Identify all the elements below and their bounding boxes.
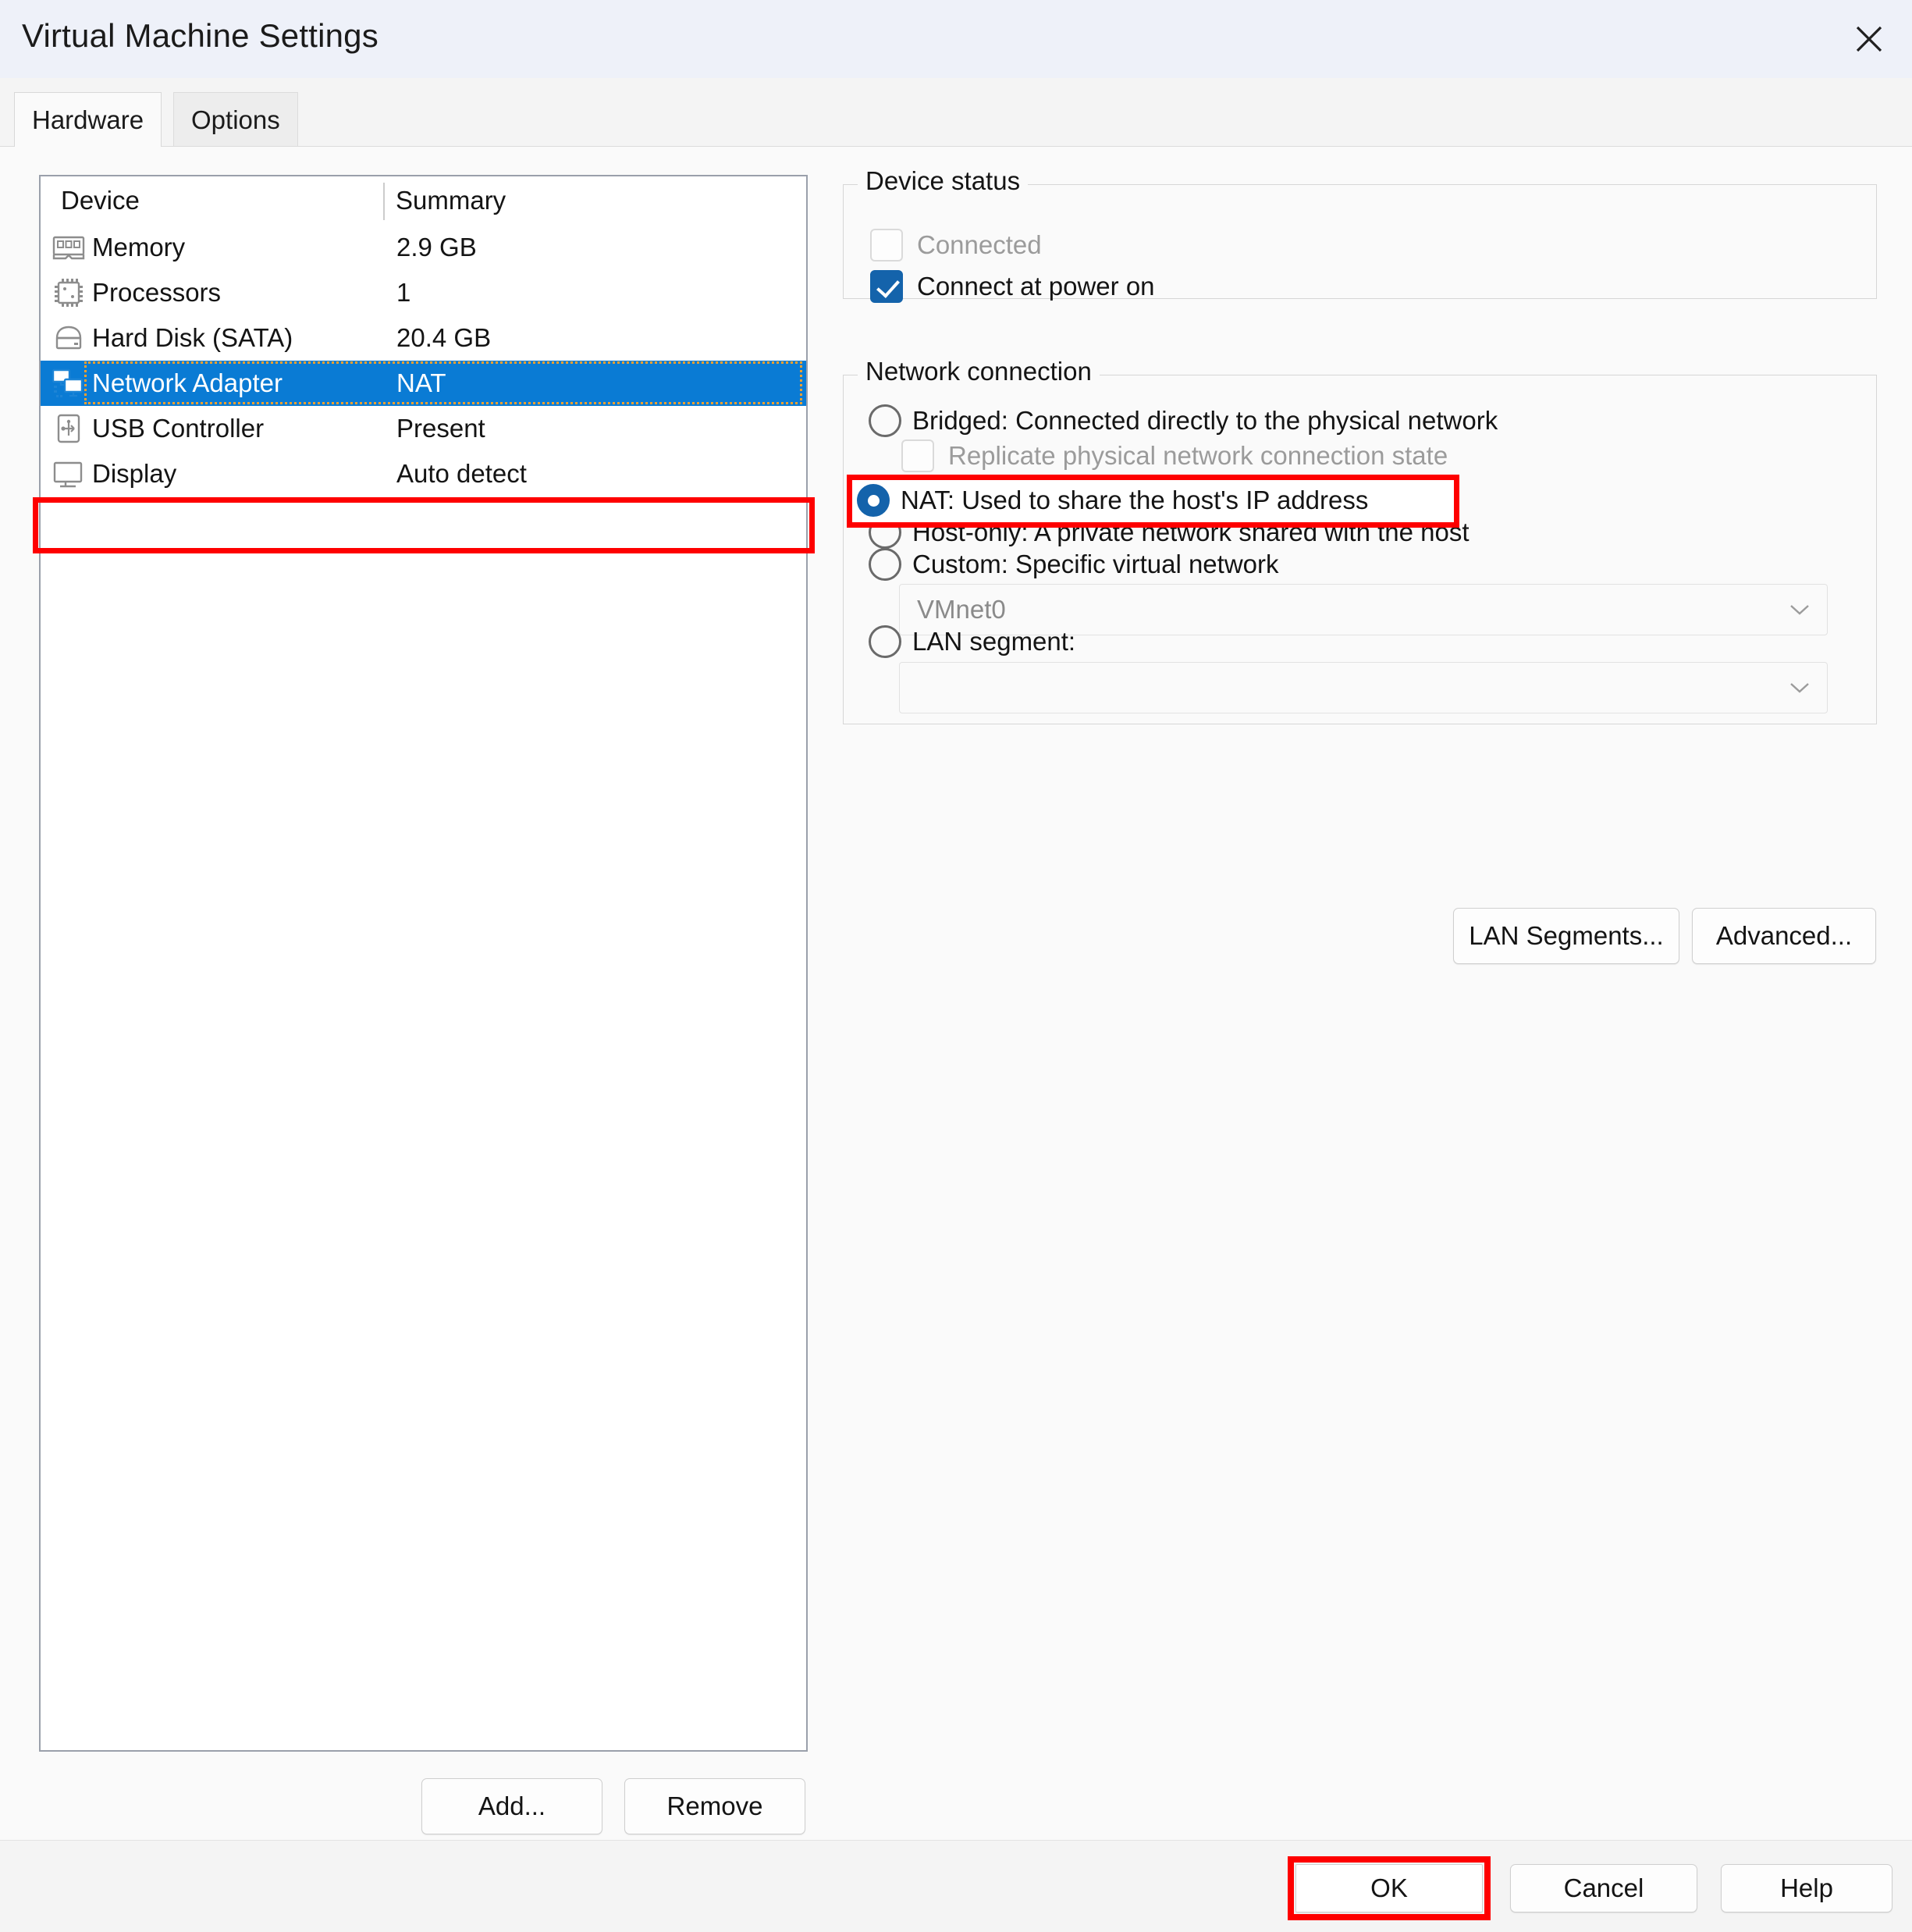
device-summary: 2.9 GB	[396, 233, 477, 262]
close-icon[interactable]	[1826, 0, 1912, 78]
memory-icon	[52, 236, 85, 260]
device-list[interactable]: Device Summary Memory 2.9 GB Processors …	[39, 175, 808, 1752]
radio-custom[interactable]: Custom: Specific virtual network	[869, 548, 1279, 581]
device-summary: NAT	[396, 368, 446, 397]
network-connection-legend: Network connection	[858, 357, 1100, 386]
help-button[interactable]: Help	[1721, 1864, 1892, 1912]
device-summary: 20.4 GB	[396, 323, 492, 352]
device-row-network-adapter[interactable]: Network Adapter NAT	[41, 361, 806, 406]
checkbox-box	[901, 439, 934, 472]
usb-controller-icon	[57, 414, 80, 443]
dialog-body: Device Summary Memory 2.9 GB Processors …	[0, 146, 1912, 1840]
window-title: Virtual Machine Settings	[22, 17, 378, 54]
chevron-down-icon	[1772, 603, 1827, 616]
lan-segments-button[interactable]: LAN Segments...	[1453, 908, 1679, 964]
tab-options[interactable]: Options	[173, 92, 298, 147]
add-button-label: Add...	[478, 1791, 546, 1820]
tab-hardware[interactable]: Hardware	[14, 92, 162, 147]
title-bar: Virtual Machine Settings	[0, 0, 1912, 78]
radio-bridged[interactable]: Bridged: Connected directly to the physi…	[869, 404, 1498, 437]
remove-button[interactable]: Remove	[624, 1778, 805, 1834]
tab-options-label: Options	[191, 105, 280, 134]
radio-bridged-label: Bridged: Connected directly to the physi…	[912, 406, 1498, 435]
device-name: USB Controller	[92, 414, 265, 443]
replicate-label: Replicate physical network connection st…	[948, 441, 1448, 470]
device-summary: Auto detect	[396, 459, 527, 488]
chevron-down-icon	[1772, 681, 1827, 694]
replicate-connection-state-checkbox[interactable]: Replicate physical network connection st…	[901, 439, 1448, 472]
cancel-button-label: Cancel	[1563, 1873, 1644, 1902]
help-button-label: Help	[1780, 1873, 1833, 1902]
radio-circle	[869, 548, 901, 581]
lan-segment-select[interactable]	[899, 662, 1828, 713]
device-status-legend: Device status	[858, 166, 1029, 196]
ok-button[interactable]: OK	[1295, 1864, 1483, 1912]
virtual-machine-settings-dialog: Virtual Machine Settings Hardware Option…	[0, 0, 1912, 1932]
device-summary: Present	[396, 414, 485, 443]
radio-custom-label: Custom: Specific virtual network	[912, 550, 1279, 578]
connected-checkbox[interactable]: Connected	[870, 229, 1042, 262]
connect-at-power-on-label: Connect at power on	[917, 272, 1155, 301]
checkbox-box	[870, 229, 903, 262]
device-row-hard-disk[interactable]: Hard Disk (SATA) 20.4 GB	[41, 315, 806, 361]
processor-icon	[55, 279, 83, 307]
radio-nat-label: NAT: Used to share the host's IP address	[901, 486, 1369, 514]
lan-segments-button-label: LAN Segments...	[1469, 921, 1664, 950]
column-header-device: Device	[61, 186, 140, 215]
device-row-display[interactable]: Display Auto detect	[41, 451, 806, 496]
cancel-button[interactable]: Cancel	[1510, 1864, 1697, 1912]
radio-lan-segment[interactable]: LAN segment:	[869, 625, 1075, 658]
column-divider	[383, 183, 385, 220]
checkbox-box	[870, 270, 903, 303]
radio-circle	[869, 625, 901, 658]
advanced-button[interactable]: Advanced...	[1692, 908, 1876, 964]
ok-button-label: OK	[1370, 1873, 1408, 1902]
connected-label: Connected	[917, 230, 1042, 259]
display-icon	[53, 461, 83, 488]
device-name: Hard Disk (SATA)	[92, 323, 293, 352]
device-list-header: Device Summary	[41, 176, 806, 225]
device-row-processors[interactable]: Processors 1	[41, 270, 806, 315]
device-row-usb-controller[interactable]: USB Controller Present	[41, 406, 806, 451]
advanced-button-label: Advanced...	[1715, 921, 1853, 950]
radio-circle	[869, 404, 901, 437]
device-row-memory[interactable]: Memory 2.9 GB	[41, 225, 806, 270]
radio-nat[interactable]: NAT: Used to share the host's IP address	[857, 484, 1368, 517]
device-name: Display	[92, 459, 177, 488]
radio-lan-segment-label: LAN segment:	[912, 627, 1076, 656]
connect-at-power-on-checkbox[interactable]: Connect at power on	[870, 270, 1155, 303]
remove-button-label: Remove	[666, 1791, 763, 1820]
device-name: Memory	[92, 233, 186, 262]
device-name: Network Adapter	[92, 368, 283, 397]
add-button[interactable]: Add...	[421, 1778, 602, 1834]
network-adapter-icon	[52, 368, 84, 397]
device-summary: 1	[396, 278, 411, 307]
tab-hardware-label: Hardware	[32, 105, 144, 134]
column-header-summary: Summary	[396, 186, 506, 215]
dialog-footer: OK Cancel Help	[0, 1840, 1912, 1932]
radio-circle	[857, 484, 890, 517]
custom-network-value: VMnet0	[917, 595, 1006, 624]
device-name: Processors	[92, 278, 222, 307]
hard-disk-icon	[55, 326, 82, 350]
tab-strip: Hardware Options	[0, 78, 1912, 147]
